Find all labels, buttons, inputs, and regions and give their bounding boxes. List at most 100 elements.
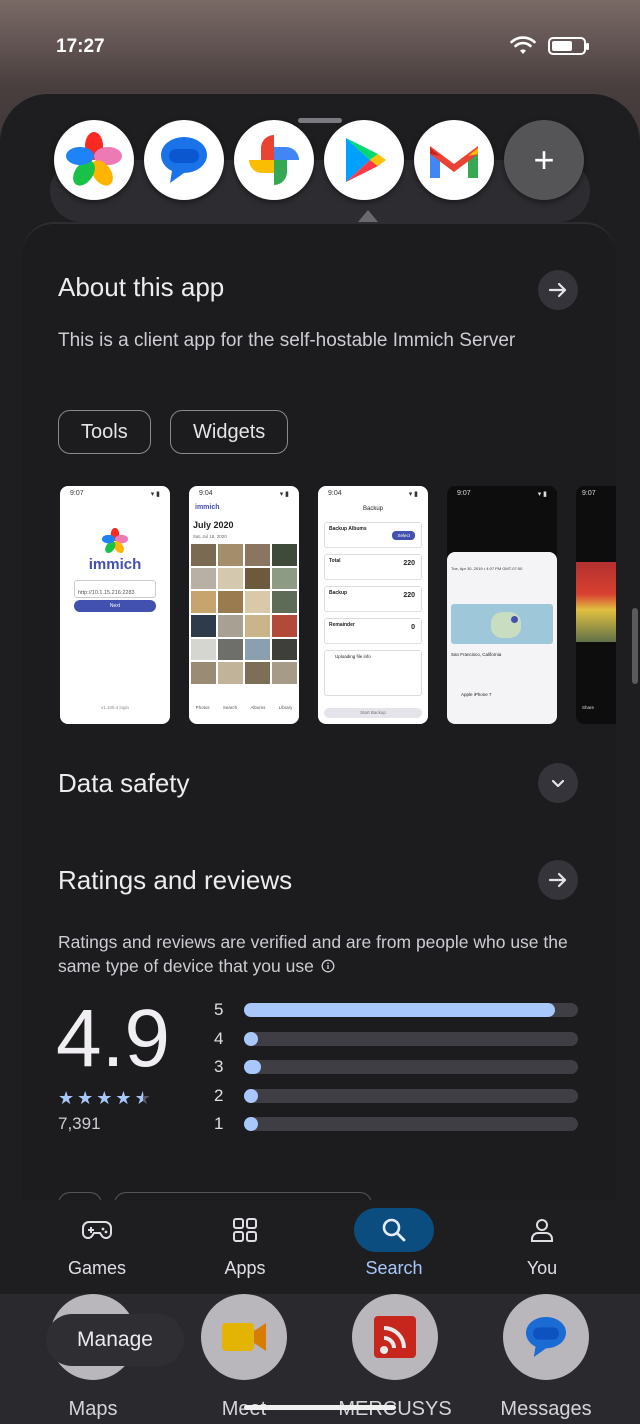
shot-map	[451, 604, 553, 644]
rating-bar-track	[244, 1032, 578, 1046]
dock-meet[interactable]: Meet	[179, 1294, 309, 1421]
star-rating: ★ ★ ★ ★ ★	[58, 1088, 151, 1109]
shot-next-button: Next	[74, 600, 156, 612]
manage-bubbles-button[interactable]: Manage	[46, 1314, 184, 1366]
rating-bar-label: 4	[214, 1029, 224, 1048]
gmail-app-icon[interactable]	[414, 120, 494, 200]
shot-start-backup: Start Backup	[324, 708, 422, 718]
shot-title: Backup	[362, 506, 383, 512]
arrow-right-icon	[548, 282, 567, 298]
screenshot-viewer[interactable]: 9:07 Share	[576, 486, 616, 724]
shot-heading: July 2020	[193, 520, 234, 530]
dock-maps-label: Maps	[68, 1398, 118, 1420]
shot-date: Tue, Apr 30, 2019 • 4:07 PM GMT-07:00	[451, 566, 523, 571]
mercusys-icon	[352, 1294, 438, 1380]
messages-app-icon[interactable]	[144, 120, 224, 200]
rating-bar-track	[244, 1003, 578, 1017]
screenshot-photos[interactable]: 9:04 ▾ ▮ immich July 2020 Sat, Jul 18, 20…	[189, 486, 299, 724]
wifi-icon	[510, 36, 536, 54]
person-icon	[531, 1219, 553, 1242]
shot-location: San Francisco, California	[451, 652, 502, 657]
ratings-more-button[interactable]	[538, 860, 578, 900]
star-full-icon: ★	[115, 1088, 132, 1108]
status-time: 17:27	[56, 36, 105, 57]
rating-bar-label: 3	[214, 1057, 224, 1076]
google-photos-app-icon[interactable]	[234, 120, 314, 200]
photos-pinwheel-icon	[249, 135, 299, 185]
rating-score: 4.9	[56, 993, 170, 1084]
nav-apps-label: Apps	[224, 1258, 266, 1278]
nav-you[interactable]: You	[482, 1200, 602, 1279]
rating-bar-fill	[244, 1089, 258, 1103]
shot-share: Share	[582, 705, 595, 710]
review-count: 7,391	[58, 1114, 101, 1133]
about-description: This is a client app for the self-hostab…	[58, 330, 516, 351]
shot-nav: Photos Search Albums Library	[195, 705, 293, 710]
chip-widgets[interactable]: Widgets	[170, 410, 289, 454]
rating-bar-fill	[244, 1060, 261, 1074]
immich-logo-icon	[66, 132, 122, 186]
dock-messages-label: Messages	[500, 1398, 592, 1420]
gamepad-icon	[82, 1221, 112, 1239]
apps-grid-icon	[233, 1218, 257, 1242]
rating-bar-row: 2	[214, 1086, 578, 1106]
rating-bar-fill	[244, 1032, 258, 1046]
rating-bar-row: 4	[214, 1029, 578, 1049]
rating-bar-fill	[244, 1117, 258, 1131]
dock-messages[interactable]: Messages	[481, 1294, 611, 1421]
nav-search-label: Search	[365, 1258, 423, 1278]
chip-tools[interactable]: Tools	[58, 410, 151, 454]
ratings-title: Ratings and reviews	[58, 865, 293, 895]
nav-search[interactable]: Search	[334, 1200, 454, 1279]
shot-brand: immich	[88, 556, 142, 573]
bubble-pointer	[358, 210, 378, 222]
nav-you-label: You	[526, 1258, 558, 1278]
add-bubble-button[interactable]: +	[504, 120, 584, 200]
rating-bar-track	[244, 1089, 578, 1103]
data-safety-title: Data safety	[58, 768, 190, 798]
bottom-navigation: Games Apps Search You	[0, 1200, 640, 1294]
immich-app-icon[interactable]	[54, 120, 134, 200]
star-full-icon: ★	[58, 1088, 75, 1108]
battery-icon	[548, 37, 589, 55]
shot-footer: v1.105.4 login	[100, 705, 130, 710]
dock-mercusys[interactable]: MERCUSYS	[330, 1294, 460, 1421]
gmail-m-icon	[430, 146, 478, 178]
chevron-down-icon	[551, 779, 565, 788]
app-details-card: About this app This is a client app for …	[22, 222, 616, 1202]
screenshot-login[interactable]: 9:07 ▾ ▮ immich http://10.1.15.216:2283 N…	[60, 486, 170, 724]
shot-date: Sat, Jul 18, 2020	[193, 534, 227, 539]
immich-logo-icon	[101, 527, 129, 553]
rating-bar-row: 1	[214, 1114, 578, 1134]
messages-logo-icon	[161, 137, 207, 183]
rating-bar-label: 5	[214, 1000, 224, 1019]
screenshot-carousel[interactable]: 9:07 ▾ ▮ immich http://10.1.15.216:2283 N…	[60, 486, 616, 724]
screenshot-backup[interactable]: 9:04 ▾ ▮ Backup Backup Albums Select Tota…	[318, 486, 428, 724]
data-safety-expand-button[interactable]	[538, 763, 578, 803]
backup-row-label: Backup Albums	[329, 526, 367, 532]
rating-bar-row: 3	[214, 1057, 578, 1077]
star-full-icon: ★	[96, 1088, 113, 1108]
shot-brand: immich	[195, 504, 220, 511]
nav-games[interactable]: Games	[37, 1200, 157, 1279]
play-store-app-icon[interactable]	[324, 120, 404, 200]
shot-photo-grid	[191, 544, 297, 684]
search-icon	[382, 1218, 406, 1242]
play-triangle-icon	[346, 138, 386, 182]
arrow-right-icon	[548, 872, 567, 888]
ratings-description: Ratings and reviews are verified and are…	[58, 932, 568, 976]
scrollbar[interactable]	[632, 608, 638, 684]
nav-games-label: Games	[67, 1258, 127, 1278]
meet-icon	[201, 1294, 287, 1380]
star-half-icon: ★	[134, 1088, 151, 1108]
rating-bar-label: 1	[214, 1114, 224, 1133]
status-bar: 17:27	[0, 0, 640, 90]
rating-bar-fill	[244, 1003, 555, 1017]
about-more-button[interactable]	[538, 270, 578, 310]
screenshot-details[interactable]: 9:07 ▾ ▮ Tue, Apr 30, 2019 • 4:07 PM GMT-…	[447, 486, 557, 724]
gesture-handle[interactable]	[244, 1405, 396, 1410]
rating-bar-row: 5	[214, 1000, 578, 1020]
nav-apps[interactable]: Apps	[185, 1200, 305, 1279]
info-icon[interactable]	[321, 959, 335, 973]
rating-bar-label: 2	[214, 1086, 224, 1105]
